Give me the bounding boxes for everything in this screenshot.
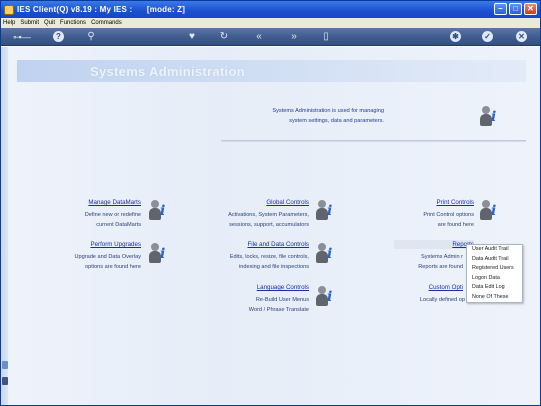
menu-quit[interactable]: Quit <box>44 20 55 26</box>
file-data-controls-desc-2: indexing and file inspections <box>239 264 309 270</box>
manage-datamarts-desc-1: Define new or redefine <box>84 212 141 218</box>
intro-line-2: system settings, data and parameters. <box>289 118 384 124</box>
page-title: Systems Administration <box>90 64 245 79</box>
forward-icon[interactable]: » <box>287 31 301 43</box>
toolbar: ⊶— ? ⚲ ♥ ↻ « » ▯ ✱ ✓ ✕ <box>1 28 540 46</box>
menu-data-audit-trail[interactable]: Data Audit Trail <box>467 255 522 265</box>
file-data-controls-icon[interactable]: i <box>315 243 337 265</box>
title-bar: IES Client(Q) v8.19 : My IES : [mode: Z]… <box>1 1 540 18</box>
global-controls-desc-1: Activations, System Parameters, <box>228 212 309 218</box>
perform-upgrades-icon[interactable]: i <box>148 243 170 265</box>
menu-registered-users[interactable]: Registered Users <box>467 264 522 274</box>
panel-icon[interactable] <box>2 361 8 369</box>
left-strip <box>1 47 8 405</box>
language-controls-desc-2: Word / Phrase Translate <box>248 307 309 313</box>
back-icon[interactable]: « <box>252 31 266 43</box>
clipboard-icon[interactable]: ▯ <box>319 31 333 43</box>
language-controls-desc-1: Re-Build User Menus <box>255 297 309 303</box>
custom-options-desc-1: Locally defined op <box>419 297 465 303</box>
perform-upgrades-desc-2: options are found here <box>85 264 141 270</box>
heart-icon[interactable]: ♥ <box>185 31 199 43</box>
print-controls-icon[interactable]: i <box>479 200 501 222</box>
section-banner: Systems Administration <box>17 60 526 82</box>
check-icon[interactable]: ✓ <box>482 31 493 42</box>
menu-user-audit-trail[interactable]: User Audit Trail <box>467 245 522 255</box>
language-controls-icon[interactable]: i <box>315 286 337 308</box>
maximize-button[interactable]: □ <box>509 3 522 15</box>
close-button[interactable]: ✕ <box>524 3 537 15</box>
intro-line-1: Systems Administration is used for manag… <box>272 108 384 114</box>
file-data-controls-link[interactable]: File and Data Controls <box>221 241 309 248</box>
minimize-button[interactable]: – <box>494 3 507 15</box>
menu-help[interactable]: Help <box>3 20 15 26</box>
window-controls: – □ ✕ <box>494 3 537 15</box>
manage-datamarts-link[interactable]: Manage DataMarts <box>61 199 141 206</box>
language-controls-link[interactable]: Language Controls <box>231 284 309 291</box>
help-icon[interactable]: ? <box>53 31 64 42</box>
global-controls-link[interactable]: Global Controls <box>231 199 309 206</box>
manage-datamarts-desc-2: current DataMarts <box>96 222 141 228</box>
menu-commands[interactable]: Commands <box>91 20 122 26</box>
app-icon <box>4 4 14 15</box>
menu-data-edit-log[interactable]: Data Edit Log <box>467 283 522 293</box>
menu-none-of-these[interactable]: None Of These <box>467 293 522 303</box>
reports-popup-menu: User Audit Trail Data Audit Trail Regist… <box>466 244 523 303</box>
print-controls-desc-1: Print Control options <box>423 212 474 218</box>
perform-upgrades-link[interactable]: Perform Upgrades <box>61 241 141 248</box>
global-controls-desc-2: sessions, support, accumulators <box>229 222 309 228</box>
print-controls-link[interactable]: Print Controls <box>401 199 474 206</box>
manage-datamarts-icon[interactable]: i <box>148 200 170 222</box>
file-data-controls-desc-1: Edits, locks, resize, file controls, <box>229 254 309 260</box>
key-icon[interactable]: ⊶— <box>11 31 33 43</box>
app-window: IES Client(Q) v8.19 : My IES : [mode: Z]… <box>0 0 541 406</box>
perform-upgrades-desc-1: Upgrade and Data Overlay <box>74 254 141 260</box>
close-icon[interactable]: ✕ <box>516 31 527 42</box>
info-icon[interactable] <box>2 377 8 385</box>
admin-figure-icon: i <box>479 106 501 128</box>
search-icon[interactable]: ⚲ <box>84 31 98 43</box>
custom-options-link[interactable]: Custom Opti <box>411 284 463 291</box>
print-controls-desc-2: are found here <box>437 222 474 228</box>
menu-bar: Help Submit Quit Functions Commands <box>1 18 540 28</box>
menu-functions[interactable]: Functions <box>60 20 86 26</box>
global-controls-icon[interactable]: i <box>315 200 337 222</box>
divider <box>221 140 526 142</box>
refresh-icon[interactable]: ↻ <box>217 31 231 43</box>
settings-icon[interactable]: ✱ <box>450 31 461 42</box>
reports-desc-2: Reports are found <box>418 264 463 270</box>
menu-submit[interactable]: Submit <box>20 20 39 26</box>
window-title: IES Client(Q) v8.19 : My IES : [mode: Z] <box>17 5 186 14</box>
menu-logon-data[interactable]: Logon Data <box>467 274 522 284</box>
reports-desc-1: Systems Admin r <box>421 254 463 260</box>
